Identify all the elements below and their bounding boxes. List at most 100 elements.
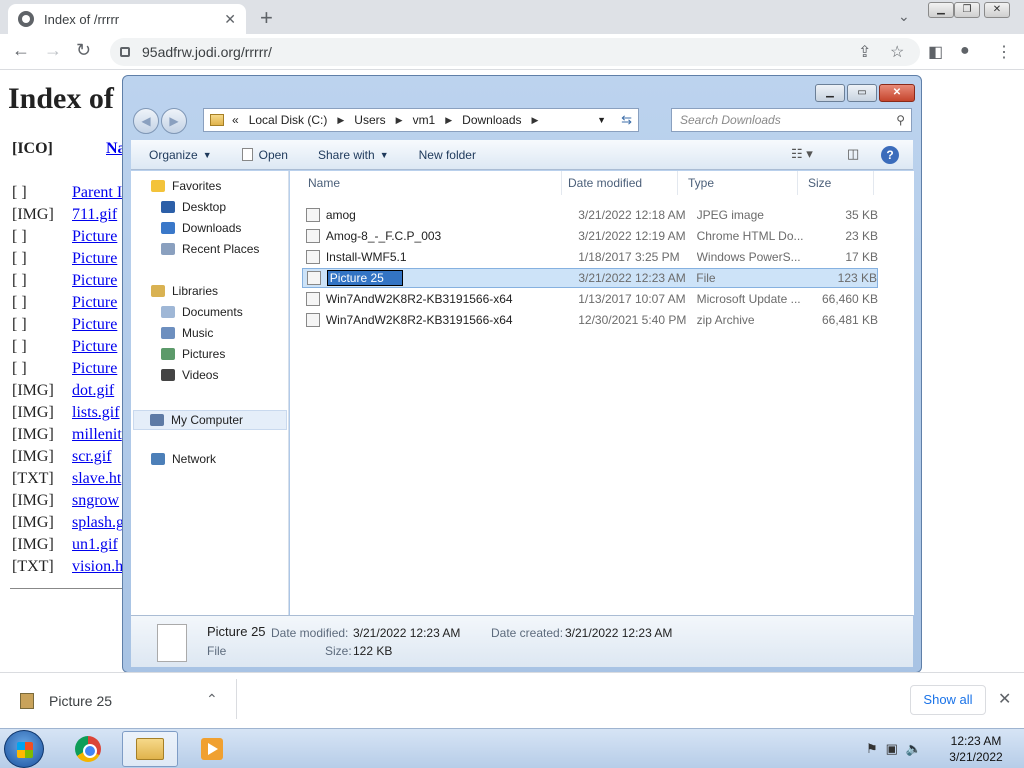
clock-time: 12:23 AM xyxy=(950,734,1002,748)
row-link[interactable]: millenit xyxy=(72,426,122,443)
start-button[interactable] xyxy=(4,730,44,768)
help-icon[interactable]: ? xyxy=(881,146,899,164)
dialog-close-button[interactable]: ✕ xyxy=(879,84,915,102)
taskbar-media-player[interactable] xyxy=(184,731,240,767)
row-link[interactable]: vision.h xyxy=(72,558,123,575)
chevron-right-icon[interactable]: ▶ xyxy=(337,115,344,126)
row-link[interactable]: 711.gif xyxy=(72,206,117,223)
row-link[interactable]: Picture xyxy=(72,250,117,267)
file-row[interactable]: Picture 25 3/21/2022 12:23 AM File 123 KB xyxy=(302,268,878,288)
file-name[interactable]: Picture 25 xyxy=(326,270,579,286)
row-link[interactable]: Picture xyxy=(72,294,117,311)
share-icon[interactable]: ⇪ xyxy=(858,42,871,62)
explorer-forward-button[interactable]: ▶ xyxy=(161,108,187,134)
chevron-right-icon[interactable]: ▶ xyxy=(532,115,539,126)
close-window-button[interactable]: ✕ xyxy=(984,2,1010,18)
open-button[interactable]: Open xyxy=(241,148,288,162)
chevron-up-icon[interactable]: ⌃ xyxy=(206,691,218,708)
taskbar-explorer[interactable] xyxy=(122,731,178,767)
view-options-icon[interactable]: ☷ ▾ xyxy=(791,146,813,162)
nav-videos-label: Videos xyxy=(182,368,219,382)
bookmark-star-icon[interactable]: ☆ xyxy=(890,42,904,62)
search-input[interactable]: Search Downloads ⚲ xyxy=(671,108,912,132)
restore-window-button[interactable]: ❐ xyxy=(954,2,980,18)
nav-network[interactable]: Network xyxy=(151,452,216,466)
column-header-type[interactable]: Type xyxy=(678,171,798,195)
nav-pictures[interactable]: Pictures xyxy=(161,347,225,361)
download-item-name[interactable]: Picture 25 xyxy=(49,693,112,709)
new-folder-button[interactable]: New folder xyxy=(419,148,476,162)
menu-icon[interactable]: ⋮ xyxy=(996,42,1012,62)
breadcrumb-users[interactable]: Users xyxy=(354,113,385,127)
row-link[interactable]: dot.gif xyxy=(72,382,114,399)
breadcrumb-downloads[interactable]: Downloads xyxy=(462,113,521,127)
nav-music[interactable]: Music xyxy=(161,326,213,340)
file-row[interactable]: Win7AndW2K8R2-KB3191566-x64 12/30/2021 5:… xyxy=(302,310,878,330)
row-link[interactable]: Parent I xyxy=(72,184,122,201)
forward-button[interactable]: → xyxy=(44,40,62,61)
file-row[interactable]: Win7AndW2K8R2-KB3191566-x64 1/13/2017 10:… xyxy=(302,289,878,309)
row-alt-icon: [IMG] xyxy=(12,426,54,443)
row-link[interactable]: Picture xyxy=(72,316,117,333)
nav-downloads[interactable]: Downloads xyxy=(161,221,241,235)
dialog-maximize-button[interactable]: ▭ xyxy=(847,84,877,102)
close-tab-icon[interactable]: ✕ xyxy=(224,11,236,28)
nav-documents[interactable]: Documents xyxy=(161,305,243,319)
row-link[interactable]: Picture xyxy=(72,360,117,377)
nav-downloads-label: Downloads xyxy=(182,221,242,235)
system-tray-icons[interactable]: ⚑▣🔈 xyxy=(866,741,930,757)
row-link[interactable]: Picture xyxy=(72,272,117,289)
nav-favorites-label: Favorites xyxy=(172,179,222,193)
rename-input[interactable]: Picture 25 xyxy=(326,270,403,286)
nav-favorites[interactable]: Favorites xyxy=(151,179,221,193)
row-link[interactable]: scr.gif xyxy=(72,448,112,465)
preview-pane-icon[interactable]: ◫ xyxy=(847,146,859,162)
breadcrumb-vm1[interactable]: vm1 xyxy=(413,113,436,127)
row-link[interactable]: lists.gif xyxy=(72,404,120,421)
breadcrumb-overflow[interactable]: « xyxy=(232,113,239,127)
search-icon[interactable]: ⚲ xyxy=(896,109,905,131)
recent-places-icon xyxy=(161,243,175,255)
dialog-minimize-button[interactable]: ▁ xyxy=(815,84,845,102)
breadcrumb-local-disk[interactable]: Local Disk (C:) xyxy=(249,113,328,127)
row-link[interactable]: sngrow xyxy=(72,492,119,509)
nav-recent-places[interactable]: Recent Places xyxy=(161,242,259,256)
file-row[interactable]: Install-WMF5.1 1/18/2017 3:25 PM Windows P… xyxy=(302,247,878,267)
nav-videos[interactable]: Videos xyxy=(161,368,218,382)
organize-button[interactable]: Organize ▼ xyxy=(149,148,212,162)
nav-my-computer[interactable]: My Computer xyxy=(133,410,287,430)
row-link[interactable]: splash.g xyxy=(72,514,124,531)
new-tab-button[interactable]: + xyxy=(260,5,273,31)
profile-icon[interactable]: ● xyxy=(960,42,970,60)
column-header-name[interactable]: Name xyxy=(298,171,562,195)
close-shelf-icon[interactable]: ✕ xyxy=(998,689,1011,709)
column-header-size[interactable]: Size xyxy=(798,171,874,195)
minimize-window-button[interactable]: ▁ xyxy=(928,2,954,18)
nav-recent-places-label: Recent Places xyxy=(182,242,260,256)
share-with-button[interactable]: Share with ▼ xyxy=(318,148,389,162)
nav-libraries[interactable]: Libraries xyxy=(151,284,218,298)
column-header-date[interactable]: Date modified xyxy=(558,171,678,195)
row-link[interactable]: Picture xyxy=(72,338,117,355)
refresh-icon[interactable]: ⇆ xyxy=(621,112,632,128)
chevron-right-icon[interactable]: ▶ xyxy=(445,115,452,126)
row-link[interactable]: slave.ht xyxy=(72,470,121,487)
show-all-button[interactable]: Show all xyxy=(910,685,986,715)
side-panel-icon[interactable]: ◧ xyxy=(928,42,943,62)
row-link[interactable]: Picture xyxy=(72,228,117,245)
taskbar-chrome[interactable] xyxy=(60,731,116,767)
file-row[interactable]: Amog-8_-_F.C.P_003 3/21/2022 12:19 AM Chro… xyxy=(302,226,878,246)
reload-button[interactable]: ↻ xyxy=(76,40,91,61)
explorer-back-button[interactable]: ◀ xyxy=(133,108,159,134)
nav-desktop[interactable]: Desktop xyxy=(161,200,226,214)
file-row[interactable]: amog 3/21/2022 12:18 AM JPEG image 35 KB xyxy=(302,205,878,225)
clock[interactable]: 12:23 AM 3/21/2022 xyxy=(936,733,1016,765)
back-button[interactable]: ← xyxy=(12,40,30,61)
browser-tab[interactable]: Index of /rrrrr ✕ xyxy=(8,4,246,34)
chevron-right-icon[interactable]: ▶ xyxy=(396,115,403,126)
chevron-down-icon[interactable]: ▼ xyxy=(597,115,606,125)
tab-search-chevron-icon[interactable]: ⌄ xyxy=(898,8,910,25)
explorer-address-bar[interactable]: « Local Disk (C:) ▶ Users ▶ vm1 ▶ Downlo… xyxy=(203,108,639,132)
address-bar[interactable]: 95adfrw.jodi.org/rrrrr/ xyxy=(110,38,920,66)
row-link[interactable]: un1.gif xyxy=(72,536,118,553)
